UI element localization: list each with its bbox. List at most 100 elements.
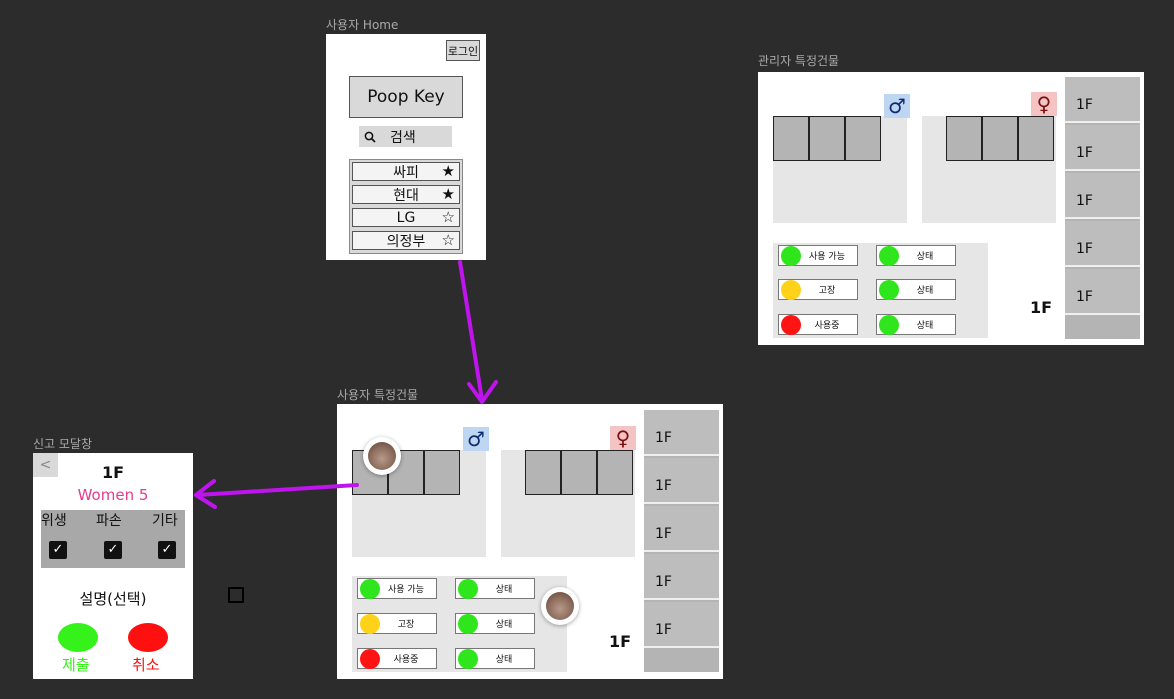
arrow-head [467, 380, 498, 404]
poop-key-button[interactable]: Poop Key [349, 76, 463, 118]
status-label: 상태 [916, 286, 934, 296]
cancel-button[interactable] [128, 623, 168, 652]
checkbox-hygiene[interactable]: ✓ [49, 541, 67, 559]
status-dot [879, 246, 899, 266]
legend-label: 사용 가능 [809, 252, 845, 262]
female-icon: ♀ [610, 426, 636, 450]
favorite-item-uijeongbu[interactable]: 의정부 ☆ [352, 231, 460, 250]
floor-button[interactable]: 1F [1065, 269, 1140, 315]
status-label: 상태 [495, 655, 513, 665]
star-filled-icon[interactable]: ★ [442, 186, 455, 203]
favorite-name: 현대 [393, 187, 419, 204]
floor-selector: 1F 1F 1F 1F 1F [1065, 77, 1140, 339]
star-outline-icon[interactable]: ☆ [442, 232, 455, 249]
floor-button[interactable]: 1F [644, 458, 719, 504]
favorite-item-lg[interactable]: LG ☆ [352, 208, 460, 227]
current-floor-label: 1F [1030, 298, 1053, 317]
status-label: 상태 [495, 585, 513, 595]
report-modal-frame: < 1F Women 5 위생 파손 기타 ✓ ✓ ✓ 설명(선택) 제출 취소 [33, 453, 193, 679]
checkbox-damage[interactable]: ✓ [104, 541, 122, 559]
status-dot [781, 280, 801, 300]
stall[interactable] [982, 116, 1018, 161]
female-stalls [946, 116, 1054, 161]
male-stalls [773, 116, 881, 161]
favorite-name: 싸피 [393, 164, 419, 181]
status-dot [879, 315, 899, 335]
category-label-other: 기타 [152, 513, 178, 529]
stall[interactable] [1018, 116, 1054, 161]
status-dot [458, 579, 478, 599]
floor-button[interactable]: 1F [644, 554, 719, 600]
status-dot [360, 579, 380, 599]
status-dot [879, 280, 899, 300]
floor-button[interactable]: 1F [644, 602, 719, 648]
stall[interactable] [809, 116, 845, 161]
female-icon: ♀ [1031, 92, 1057, 116]
favorite-item-hyundai[interactable]: 현대 ★ [352, 185, 460, 204]
checkbox-other[interactable]: ✓ [158, 541, 176, 559]
search-label: 검색 [390, 129, 416, 146]
arrow-head [194, 479, 217, 509]
user-building-frame: ♂ ♀ 사용 가능 고장 사용중 상태 상태 상태 1F 1F 1F 1F 1F… [337, 404, 723, 679]
floor-button[interactable]: 1F [1065, 77, 1140, 123]
stall[interactable] [561, 450, 597, 495]
frame-label-report-modal: 신고 모달창 [33, 437, 93, 451]
frame-label-user-home: 사용자 Home [326, 18, 399, 32]
stall[interactable] [597, 450, 633, 495]
user-avatar-marker [363, 437, 401, 475]
arrow-home-to-building [458, 260, 484, 402]
legend-label: 사용중 [814, 321, 840, 331]
stall[interactable] [845, 116, 881, 161]
legend-broken: 고장 [357, 613, 437, 634]
status-item: 상태 [876, 279, 956, 300]
status-dot [360, 649, 380, 669]
legend-panel: 사용 가능 고장 사용중 상태 상태 상태 [352, 576, 567, 672]
frame-label-user-building: 사용자 특정건물 [337, 388, 419, 402]
arrow-building-to-modal [196, 483, 359, 497]
report-category-panel: 위생 파손 기타 ✓ ✓ ✓ [41, 510, 185, 568]
status-item: 상태 [455, 578, 535, 599]
frame-label-admin-building: 관리자 특정건물 [758, 54, 840, 68]
legend-in-use: 사용중 [778, 314, 858, 335]
stall[interactable] [946, 116, 982, 161]
category-label-hygiene: 위생 [41, 513, 67, 529]
floor-button[interactable]: 1F [644, 410, 719, 456]
stall[interactable] [773, 116, 809, 161]
empty-checkbox[interactable] [228, 587, 244, 603]
submit-button[interactable] [58, 623, 98, 652]
legend-label: 사용중 [393, 655, 419, 665]
star-outline-icon[interactable]: ☆ [442, 209, 455, 226]
male-icon: ♂ [884, 94, 910, 118]
legend-broken: 고장 [778, 279, 858, 300]
favorite-item-ssafy[interactable]: 싸피 ★ [352, 162, 460, 181]
status-item: 상태 [455, 648, 535, 669]
search-icon [364, 131, 376, 143]
submit-label: 제출 [62, 656, 90, 674]
legend-label: 고장 [397, 620, 415, 630]
status-label: 상태 [916, 252, 934, 262]
stall[interactable] [525, 450, 561, 495]
status-label: 상태 [916, 321, 934, 331]
floor-button[interactable]: 1F [1065, 173, 1140, 219]
stall[interactable] [424, 450, 460, 495]
favorites-list: 싸피 ★ 현대 ★ LG ☆ 의정부 ☆ [349, 159, 463, 254]
legend-available: 사용 가능 [778, 245, 858, 266]
male-icon: ♂ [463, 427, 489, 451]
star-filled-icon[interactable]: ★ [442, 163, 455, 180]
floor-selector: 1F 1F 1F 1F 1F [644, 410, 719, 672]
floor-button[interactable]: 1F [1065, 125, 1140, 171]
floor-button[interactable]: 1F [644, 506, 719, 552]
legend-label: 사용 가능 [388, 585, 424, 595]
login-button[interactable]: 로그인 [446, 40, 480, 61]
admin-building-frame: ♂ ♀ 사용 가능 고장 사용중 상태 상태 상태 1F 1F 1F 1F 1F… [758, 72, 1144, 345]
status-item: 상태 [876, 314, 956, 335]
floor-button[interactable]: 1F [1065, 221, 1140, 267]
favorite-name: LG [396, 209, 416, 226]
status-label: 상태 [495, 620, 513, 630]
description-label: 설명(선택) [79, 590, 147, 608]
search-bar[interactable]: 검색 [359, 126, 452, 147]
legend-in-use: 사용중 [357, 648, 437, 669]
status-item: 상태 [455, 613, 535, 634]
modal-floor-label: 1F [101, 463, 125, 482]
favorite-name: 의정부 [386, 233, 426, 250]
